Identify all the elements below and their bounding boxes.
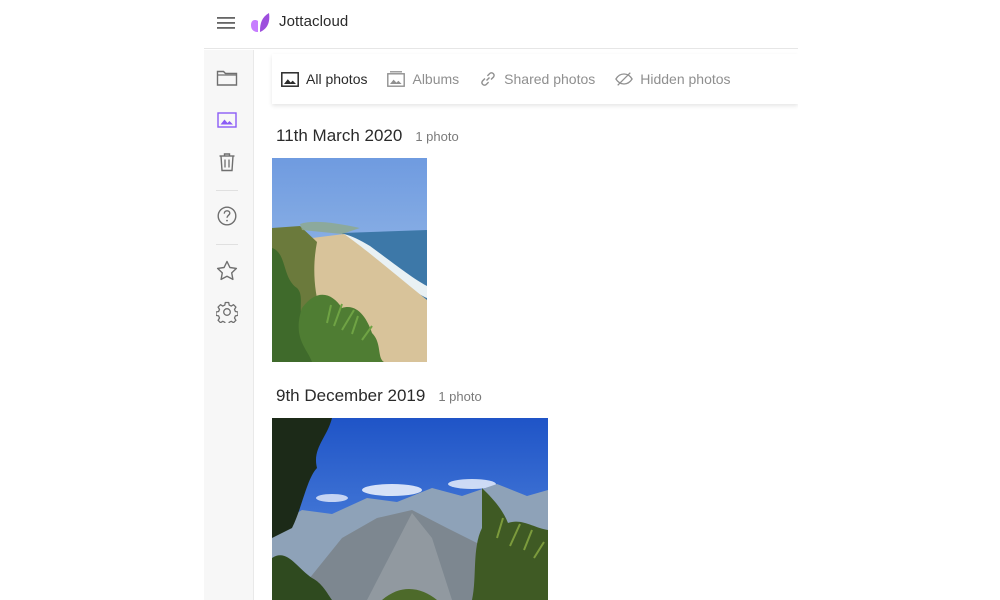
group-count: 1 photo xyxy=(438,389,482,404)
sidebar-item-photos[interactable] xyxy=(213,106,241,134)
date-group-header: 11th March 2020 1 photo xyxy=(276,126,459,146)
photo-icon xyxy=(217,112,237,128)
star-icon xyxy=(216,260,238,280)
mountain-valley-photo[interactable] xyxy=(272,418,548,600)
beach-cliff-photo[interactable] xyxy=(272,158,427,362)
sidebar-item-files[interactable] xyxy=(213,64,241,92)
folder-icon xyxy=(216,70,238,86)
tab-albums[interactable]: Albums xyxy=(387,64,459,94)
tab-label: Shared photos xyxy=(504,71,596,87)
group-date: 9th December 2019 xyxy=(276,386,426,405)
help-icon xyxy=(217,206,237,226)
tab-shared-photos[interactable]: Shared photos xyxy=(479,64,595,94)
sidebar-item-favorites[interactable] xyxy=(213,256,241,284)
menu-button[interactable] xyxy=(216,13,236,33)
photos-main: All photos Albums Shared photos Hidden p… xyxy=(254,50,798,600)
tab-label: All photos xyxy=(306,71,368,87)
tab-all-photos[interactable]: All photos xyxy=(281,64,367,94)
link-icon xyxy=(479,70,497,88)
date-group-header: 9th December 2019 1 photo xyxy=(276,386,482,406)
image-icon xyxy=(281,70,299,88)
sidebar-divider xyxy=(216,190,238,191)
album-icon xyxy=(387,70,406,88)
tab-label: Albums xyxy=(412,71,460,87)
top-bar: Jottacloud xyxy=(204,0,798,49)
gear-icon xyxy=(216,301,238,323)
app-window: Jottacloud All photos Albums Shared phot… xyxy=(204,0,798,600)
jottacloud-logo-icon[interactable] xyxy=(249,11,273,35)
trash-icon xyxy=(219,153,235,172)
sidebar-item-help[interactable] xyxy=(213,202,241,230)
group-date: 11th March 2020 xyxy=(276,126,403,145)
eye-off-icon xyxy=(615,70,634,88)
photo-tabs: All photos Albums Shared photos Hidden p… xyxy=(272,54,798,104)
brand-name: Jottacloud xyxy=(279,13,349,30)
hamburger-menu-icon xyxy=(217,17,235,29)
tab-hidden-photos[interactable]: Hidden photos xyxy=(615,64,731,94)
sidebar xyxy=(204,50,254,600)
group-count: 1 photo xyxy=(415,129,459,144)
sidebar-item-trash[interactable] xyxy=(213,148,241,176)
tab-label: Hidden photos xyxy=(640,71,731,87)
sidebar-divider xyxy=(216,244,238,245)
sidebar-item-settings[interactable] xyxy=(213,298,241,326)
